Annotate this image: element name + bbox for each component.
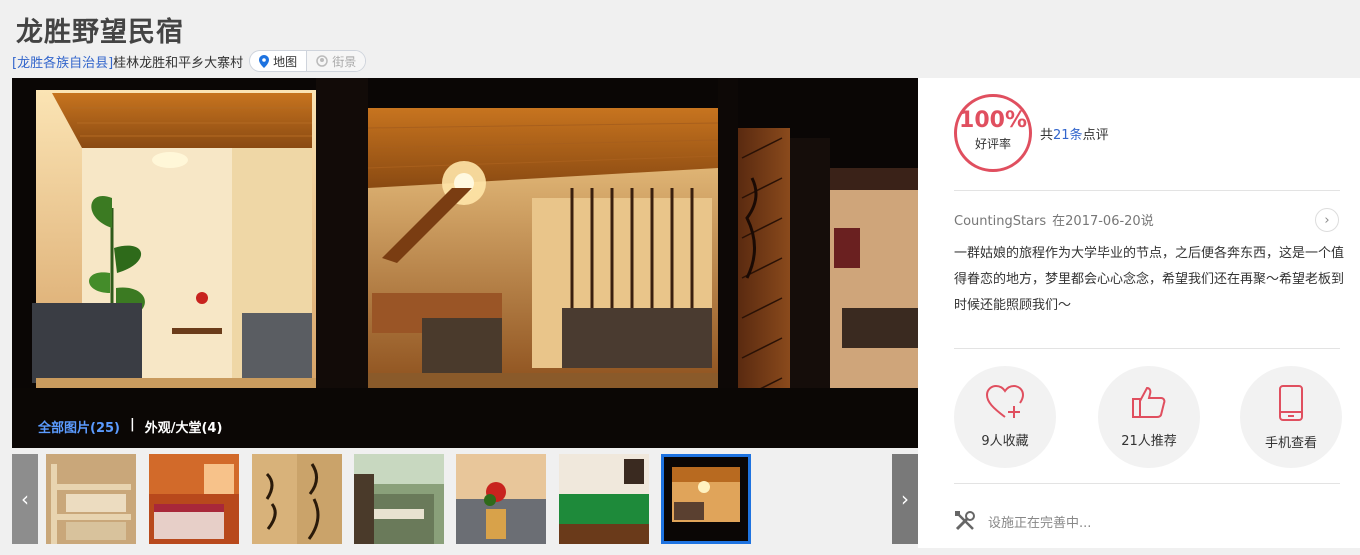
rating-value: 100%: [959, 108, 1027, 133]
review-date: 在2017-06-20说: [1052, 214, 1154, 229]
map-pin-icon: [259, 54, 270, 68]
divider: [954, 483, 1340, 484]
rating-label: 好评率: [974, 137, 1011, 151]
map-button-group: 地图 街景: [249, 50, 367, 72]
mobile-view-label: 手机查看: [1264, 436, 1317, 451]
all-photos-link[interactable]: 全部图片(25): [38, 417, 120, 436]
facility-text: 设施正在完善中...: [988, 515, 1092, 531]
category-link[interactable]: 外观/大堂(4): [145, 417, 223, 436]
review-count-suffix: 点评: [1082, 128, 1109, 143]
map-button[interactable]: 地图: [250, 51, 306, 71]
address-row: [龙胜各族自治县] 桂林龙胜和平乡大寨村 地图 街景: [12, 50, 367, 72]
chevron-right-icon: ›: [901, 487, 909, 511]
sofa-corner-photo: [456, 454, 546, 544]
favorite-count: 9人收藏: [981, 434, 1029, 449]
red-bed-photo: [149, 454, 239, 544]
mobile-phone-icon: [1279, 385, 1303, 421]
calligraphy-photo: [252, 454, 342, 544]
street-view-button-label: 街景: [332, 54, 357, 69]
thumbnail-next-button[interactable]: ›: [892, 454, 918, 544]
thumbnail-5[interactable]: [456, 454, 546, 544]
favorite-button[interactable]: 9人收藏: [954, 366, 1056, 468]
recommend-count: 21人推荐: [1121, 434, 1177, 449]
county-link[interactable]: [龙胜各族自治县]: [12, 52, 113, 71]
thumbnail-2[interactable]: [149, 454, 239, 544]
tools-icon: [955, 511, 975, 531]
divider: [954, 190, 1340, 191]
lobby-night-thumb: [664, 457, 748, 541]
thumbnail-7[interactable]: [661, 454, 751, 544]
page-title: 龙胜野望民宿: [16, 17, 184, 48]
thumbnail-strip: ‹ ›: [12, 454, 918, 546]
review-count: 共21条点评: [1040, 124, 1109, 143]
thumbnail-4[interactable]: [354, 454, 444, 544]
lobby-night-photo: [12, 78, 918, 448]
map-button-label: 地图: [273, 54, 298, 69]
thumbnail-prev-button[interactable]: ‹: [12, 454, 38, 544]
photo-caption: 全部图片(25) | 外观/大堂(4): [38, 417, 222, 436]
street-view-button[interactable]: 街景: [306, 51, 366, 71]
review-count-link[interactable]: 21条: [1053, 128, 1083, 143]
action-buttons: 9人收藏 21人推荐 手机查看: [954, 366, 1344, 470]
review-count-prefix: 共: [1040, 128, 1054, 143]
mobile-view-button[interactable]: 手机查看: [1240, 366, 1342, 468]
recommend-button[interactable]: 21人推荐: [1098, 366, 1200, 468]
review-panel: 100% 好评率 共21条点评 CountingStars 在2017-06-20…: [918, 78, 1360, 548]
thumbnail-1[interactable]: [46, 454, 136, 544]
divider: [954, 348, 1340, 349]
review-text: 一群姑娘的旅程作为大学毕业的节点，之后便各奔东西，这是一个值得眷恋的地方，梦里都…: [954, 246, 1345, 313]
thumbnail-3[interactable]: [252, 454, 342, 544]
chevron-left-icon: ‹: [21, 487, 29, 511]
rating-badge: 100% 好评率: [954, 94, 1032, 172]
heart-plus-icon: [985, 384, 1025, 418]
facility-note: 设施正在完善中...: [954, 510, 1091, 532]
bunk-bed-photo: [46, 454, 136, 544]
main-photo[interactable]: 全部图片(25) | 外观/大堂(4): [12, 78, 918, 448]
caption-separator: |: [129, 417, 135, 432]
address-text: 桂林龙胜和平乡大寨村: [113, 55, 244, 71]
thumbnail-6[interactable]: [559, 454, 649, 544]
chevron-right-icon: ›: [1324, 212, 1330, 228]
next-review-button[interactable]: ›: [1315, 208, 1339, 232]
reviewer-name[interactable]: CountingStars: [954, 214, 1046, 229]
reviewer-line: CountingStars 在2017-06-20说: [954, 210, 1154, 229]
billiards-photo: [559, 454, 649, 544]
courtyard-photo: [354, 454, 444, 544]
street-view-icon: [316, 55, 328, 67]
thumbs-up-icon: [1132, 386, 1166, 418]
